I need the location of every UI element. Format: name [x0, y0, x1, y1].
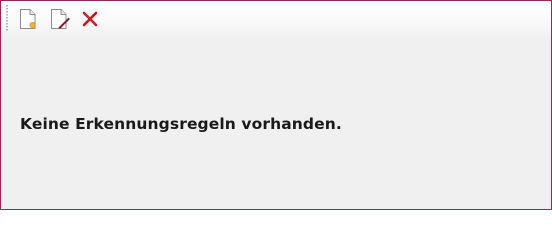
- edit-document-icon: [51, 9, 70, 29]
- new-rule-button[interactable]: [17, 7, 39, 31]
- new-document-icon: [20, 9, 36, 29]
- toolbar: [1, 1, 551, 38]
- empty-state-message: Keine Erkennungsregeln vorhanden.: [20, 115, 342, 133]
- delete-rule-button[interactable]: [79, 7, 101, 31]
- delete-x-icon: [82, 11, 98, 27]
- edit-rule-button[interactable]: [49, 7, 71, 31]
- rules-list-area: Keine Erkennungsregeln vorhanden.: [1, 38, 551, 209]
- rules-panel: Keine Erkennungsregeln vorhanden.: [0, 0, 552, 210]
- toolbar-grip-handle[interactable]: [6, 5, 8, 31]
